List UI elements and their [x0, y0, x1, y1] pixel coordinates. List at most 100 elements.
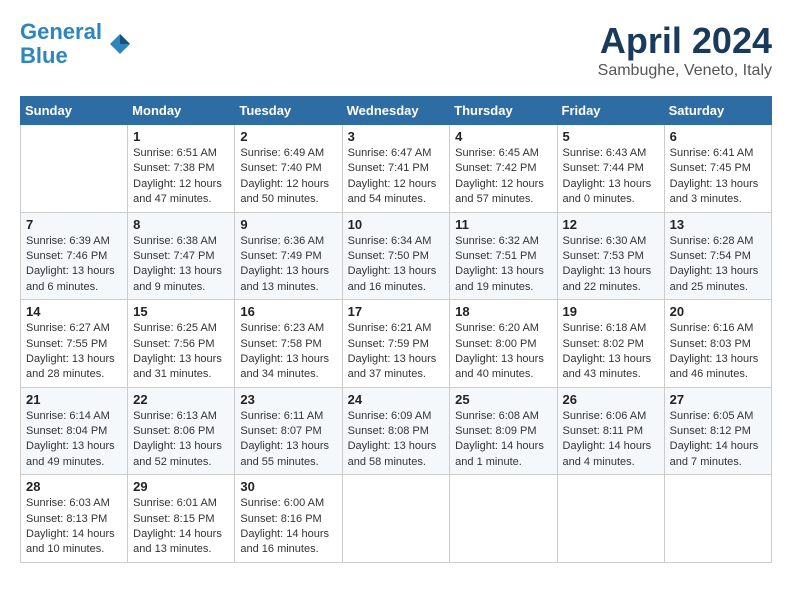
- calendar-cell: 30 Sunrise: 6:00 AM Sunset: 8:16 PM Dayli…: [235, 475, 342, 563]
- weekday-header-tuesday: Tuesday: [235, 97, 342, 125]
- day-number: 30: [240, 479, 336, 494]
- calendar-cell: 26 Sunrise: 6:06 AM Sunset: 8:11 PM Dayli…: [557, 387, 664, 475]
- weekday-header-wednesday: Wednesday: [342, 97, 450, 125]
- day-number: 1: [133, 129, 229, 144]
- calendar-cell: 4 Sunrise: 6:45 AM Sunset: 7:42 PM Daylig…: [450, 125, 557, 213]
- day-info: Sunrise: 6:20 AM Sunset: 8:00 PM Dayligh…: [455, 321, 551, 383]
- day-info: Sunrise: 6:45 AM Sunset: 7:42 PM Dayligh…: [455, 146, 551, 208]
- day-info: Sunrise: 6:11 AM Sunset: 8:07 PM Dayligh…: [240, 409, 336, 471]
- day-info: Sunrise: 6:38 AM Sunset: 7:47 PM Dayligh…: [133, 234, 229, 296]
- week-row-4: 21 Sunrise: 6:14 AM Sunset: 8:04 PM Dayli…: [21, 387, 772, 475]
- day-number: 4: [455, 129, 551, 144]
- calendar-cell: 17 Sunrise: 6:21 AM Sunset: 7:59 PM Dayli…: [342, 300, 450, 388]
- calendar-cell: 16Sunrise: 6:23 AM Sunset: 7:58 PM Dayli…: [235, 300, 342, 388]
- calendar-cell: [21, 125, 128, 213]
- calendar-cell: 20Sunrise: 6:16 AM Sunset: 8:03 PM Dayli…: [664, 300, 771, 388]
- day-info: Sunrise: 6:05 AM Sunset: 8:12 PM Dayligh…: [670, 409, 766, 471]
- calendar-cell: 11Sunrise: 6:32 AM Sunset: 7:51 PM Dayli…: [450, 212, 557, 300]
- location-subtitle: Sambughe, Veneto, Italy: [598, 62, 772, 80]
- calendar-cell: 14Sunrise: 6:27 AM Sunset: 7:55 PM Dayli…: [21, 300, 128, 388]
- logo-icon: [106, 30, 134, 58]
- day-info: Sunrise: 6:03 AM Sunset: 8:13 PM Dayligh…: [26, 496, 122, 558]
- weekday-header-friday: Friday: [557, 97, 664, 125]
- calendar-cell: 19 Sunrise: 6:18 AM Sunset: 8:02 PM Dayli…: [557, 300, 664, 388]
- day-info: Sunrise: 6:14 AM Sunset: 8:04 PM Dayligh…: [26, 409, 122, 471]
- day-info: Sunrise: 6:13 AM Sunset: 8:06 PM Dayligh…: [133, 409, 229, 471]
- day-info: Sunrise: 6:30 AM Sunset: 7:53 PM Dayligh…: [563, 234, 659, 296]
- weekday-header-monday: Monday: [128, 97, 235, 125]
- calendar-cell: 24 Sunrise: 6:09 AM Sunset: 8:08 PM Dayli…: [342, 387, 450, 475]
- weekday-header-saturday: Saturday: [664, 97, 771, 125]
- calendar-cell: 10Sunrise: 6:34 AM Sunset: 7:50 PM Dayli…: [342, 212, 450, 300]
- day-number: 5: [563, 129, 659, 144]
- day-number: 12: [563, 217, 659, 232]
- day-info: Sunrise: 6:06 AM Sunset: 8:11 PM Dayligh…: [563, 409, 659, 471]
- calendar-cell: 29Sunrise: 6:01 AM Sunset: 8:15 PM Dayli…: [128, 475, 235, 563]
- day-number: 6: [670, 129, 766, 144]
- title-block: April 2024 Sambughe, Veneto, Italy: [598, 20, 772, 80]
- logo-text: GeneralBlue: [20, 20, 102, 68]
- weekday-header-thursday: Thursday: [450, 97, 557, 125]
- page-header: GeneralBlue April 2024 Sambughe, Veneto,…: [20, 20, 772, 80]
- day-number: 26: [563, 392, 659, 407]
- calendar-cell: 22Sunrise: 6:13 AM Sunset: 8:06 PM Dayli…: [128, 387, 235, 475]
- calendar-cell: [342, 475, 450, 563]
- day-info: Sunrise: 6:01 AM Sunset: 8:15 PM Dayligh…: [133, 496, 229, 558]
- day-info: Sunrise: 6:21 AM Sunset: 7:59 PM Dayligh…: [348, 321, 445, 383]
- day-info: Sunrise: 6:49 AM Sunset: 7:40 PM Dayligh…: [240, 146, 336, 208]
- calendar-header-row: SundayMondayTuesdayWednesdayThursdayFrid…: [21, 97, 772, 125]
- day-info: Sunrise: 6:47 AM Sunset: 7:41 PM Dayligh…: [348, 146, 445, 208]
- day-number: 24: [348, 392, 445, 407]
- week-row-1: 1 Sunrise: 6:51 AM Sunset: 7:38 PM Daylig…: [21, 125, 772, 213]
- week-row-3: 14Sunrise: 6:27 AM Sunset: 7:55 PM Dayli…: [21, 300, 772, 388]
- day-info: Sunrise: 6:43 AM Sunset: 7:44 PM Dayligh…: [563, 146, 659, 208]
- weekday-header-sunday: Sunday: [21, 97, 128, 125]
- day-info: Sunrise: 6:09 AM Sunset: 8:08 PM Dayligh…: [348, 409, 445, 471]
- day-info: Sunrise: 6:28 AM Sunset: 7:54 PM Dayligh…: [670, 234, 766, 296]
- day-number: 17: [348, 304, 445, 319]
- day-number: 18: [455, 304, 551, 319]
- day-info: Sunrise: 6:34 AM Sunset: 7:50 PM Dayligh…: [348, 234, 445, 296]
- day-number: 20: [670, 304, 766, 319]
- calendar-cell: 7 Sunrise: 6:39 AM Sunset: 7:46 PM Daylig…: [21, 212, 128, 300]
- calendar-cell: 9 Sunrise: 6:36 AM Sunset: 7:49 PM Daylig…: [235, 212, 342, 300]
- day-info: Sunrise: 6:36 AM Sunset: 7:49 PM Dayligh…: [240, 234, 336, 296]
- day-number: 8: [133, 217, 229, 232]
- logo: GeneralBlue: [20, 20, 134, 68]
- day-info: Sunrise: 6:51 AM Sunset: 7:38 PM Dayligh…: [133, 146, 229, 208]
- day-info: Sunrise: 6:41 AM Sunset: 7:45 PM Dayligh…: [670, 146, 766, 208]
- day-info: Sunrise: 6:32 AM Sunset: 7:51 PM Dayligh…: [455, 234, 551, 296]
- day-number: 19: [563, 304, 659, 319]
- calendar-body: 1 Sunrise: 6:51 AM Sunset: 7:38 PM Daylig…: [21, 125, 772, 563]
- calendar-cell: 1 Sunrise: 6:51 AM Sunset: 7:38 PM Daylig…: [128, 125, 235, 213]
- day-number: 16: [240, 304, 336, 319]
- week-row-2: 7 Sunrise: 6:39 AM Sunset: 7:46 PM Daylig…: [21, 212, 772, 300]
- day-number: 25: [455, 392, 551, 407]
- calendar-cell: 23 Sunrise: 6:11 AM Sunset: 8:07 PM Dayli…: [235, 387, 342, 475]
- day-number: 2: [240, 129, 336, 144]
- calendar-cell: 8 Sunrise: 6:38 AM Sunset: 7:47 PM Daylig…: [128, 212, 235, 300]
- day-number: 27: [670, 392, 766, 407]
- day-info: Sunrise: 6:08 AM Sunset: 8:09 PM Dayligh…: [455, 409, 551, 471]
- calendar-table: SundayMondayTuesdayWednesdayThursdayFrid…: [20, 96, 772, 563]
- day-number: 23: [240, 392, 336, 407]
- calendar-cell: 2 Sunrise: 6:49 AM Sunset: 7:40 PM Daylig…: [235, 125, 342, 213]
- day-info: Sunrise: 6:39 AM Sunset: 7:46 PM Dayligh…: [26, 234, 122, 296]
- day-number: 13: [670, 217, 766, 232]
- calendar-cell: 3 Sunrise: 6:47 AM Sunset: 7:41 PM Daylig…: [342, 125, 450, 213]
- calendar-cell: 13 Sunrise: 6:28 AM Sunset: 7:54 PM Dayli…: [664, 212, 771, 300]
- day-number: 21: [26, 392, 122, 407]
- calendar-cell: [664, 475, 771, 563]
- week-row-5: 28 Sunrise: 6:03 AM Sunset: 8:13 PM Dayli…: [21, 475, 772, 563]
- day-number: 3: [348, 129, 445, 144]
- day-number: 9: [240, 217, 336, 232]
- day-number: 7: [26, 217, 122, 232]
- day-info: Sunrise: 6:00 AM Sunset: 8:16 PM Dayligh…: [240, 496, 336, 558]
- calendar-cell: 25 Sunrise: 6:08 AM Sunset: 8:09 PM Dayli…: [450, 387, 557, 475]
- calendar-cell: 15Sunrise: 6:25 AM Sunset: 7:56 PM Dayli…: [128, 300, 235, 388]
- month-title: April 2024: [598, 20, 772, 62]
- day-number: 28: [26, 479, 122, 494]
- day-info: Sunrise: 6:18 AM Sunset: 8:02 PM Dayligh…: [563, 321, 659, 383]
- calendar-cell: 5 Sunrise: 6:43 AM Sunset: 7:44 PM Daylig…: [557, 125, 664, 213]
- day-number: 15: [133, 304, 229, 319]
